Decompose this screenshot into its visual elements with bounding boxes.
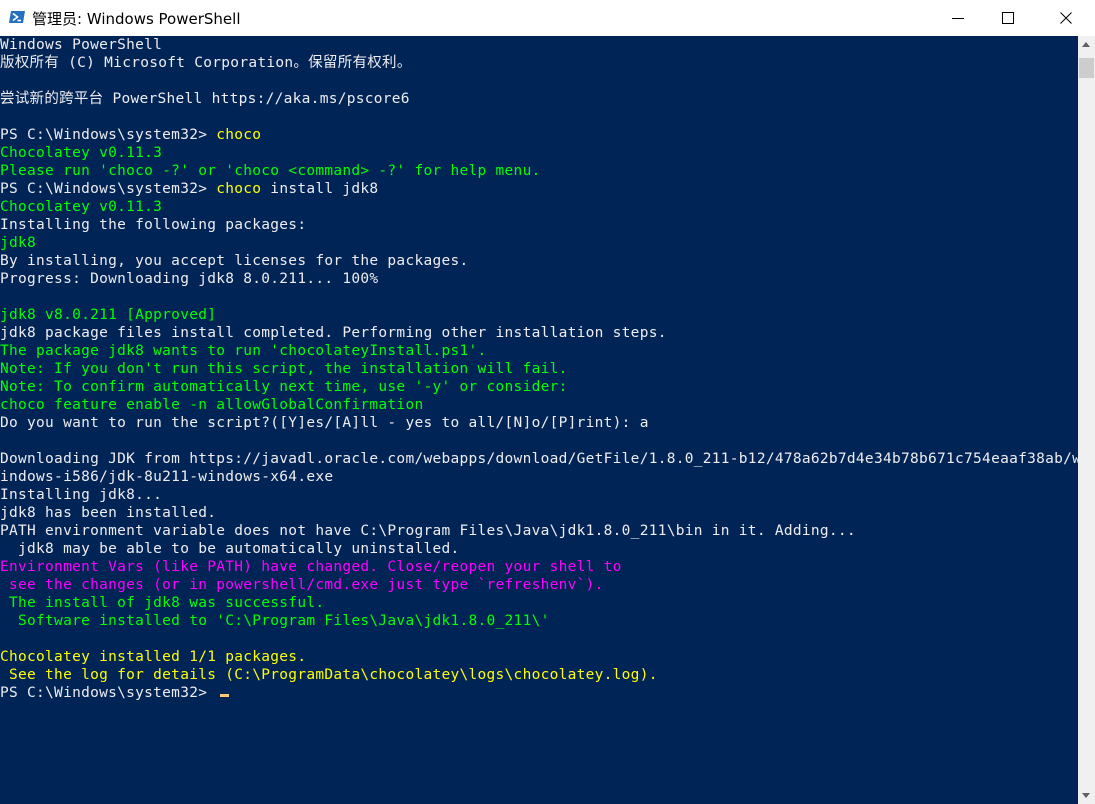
console-line: Chocolatey v0.11.3 — [0, 145, 163, 161]
prompt-line: PS C:\Windows\system32> choco install jd… — [0, 180, 1078, 198]
console-line: The install of jdk8 was successful. — [0, 595, 325, 611]
console-line: Environment Vars (like PATH) have change… — [0, 559, 622, 575]
console-line: 尝试新的跨平台 PowerShell https://aka.ms/pscore… — [0, 91, 410, 107]
prompt-text: PS C:\Windows\system32> — [0, 685, 217, 701]
console-line: see the changes (or in powershell/cmd.ex… — [0, 577, 604, 593]
scrollbar-thumb[interactable] — [1079, 58, 1094, 78]
console-line: jdk8 may be able to be automatically uni… — [0, 541, 460, 557]
text-cursor — [220, 694, 230, 697]
prompt-text: PS C:\Windows\system32> — [0, 181, 217, 197]
console-line: choco feature enable -n allowGlobalConfi… — [0, 397, 424, 413]
console-line: PATH environment variable does not have … — [0, 523, 856, 539]
console-line: Downloading JDK from https://javadl.orac… — [0, 451, 1078, 467]
console-line: Please run 'choco -?' or 'choco <command… — [0, 163, 541, 179]
close-icon — [1060, 12, 1072, 24]
scroll-up-arrow-icon[interactable] — [1078, 36, 1095, 53]
console-line: jdk8 has been installed. — [0, 505, 217, 521]
scroll-down-arrow-icon[interactable] — [1078, 787, 1095, 804]
console-line: Software installed to 'C:\Program Files\… — [0, 613, 550, 629]
console-line: Note: To confirm automatically next time… — [0, 379, 568, 395]
minimize-icon — [952, 18, 964, 19]
vertical-scrollbar[interactable] — [1078, 36, 1095, 804]
console-line: See the log for details (C:\ProgramData\… — [0, 667, 658, 683]
console-line: Chocolatey installed 1/1 packages. — [0, 649, 307, 665]
command-args: install jdk8 — [261, 181, 379, 197]
window-title: 管理员: Windows PowerShell — [32, 10, 241, 28]
console-line: indows-i586/jdk-8u211-windows-x64.exe — [0, 469, 334, 485]
powershell-icon — [9, 9, 25, 25]
console-line: Windows PowerShell — [0, 37, 163, 53]
console-line: Installing jdk8... — [0, 487, 163, 503]
console-line: Do you want to run the script?([Y]es/[A]… — [0, 415, 649, 431]
minimize-button[interactable] — [935, 0, 981, 36]
title-bar[interactable]: 管理员: Windows PowerShell — [0, 0, 1095, 36]
maximize-icon — [1002, 12, 1014, 24]
prompt-text: PS C:\Windows\system32> — [0, 127, 217, 143]
maximize-button[interactable] — [985, 0, 1031, 36]
prompt-line: PS C:\Windows\system32> choco — [0, 126, 1078, 144]
console-output[interactable]: Windows PowerShell 版权所有 (C) Microsoft Co… — [0, 36, 1078, 804]
console-line: jdk8 — [0, 235, 37, 251]
console-line: Progress: Downloading jdk8 8.0.211... 10… — [0, 271, 379, 287]
command-text: choco — [216, 181, 262, 197]
console-line: Installing the following packages: — [0, 217, 307, 233]
command-text: choco — [216, 127, 262, 143]
console-line: Note: If you don't run this script, the … — [0, 361, 568, 377]
console-line: jdk8 package files install completed. Pe… — [0, 325, 667, 341]
close-button[interactable] — [1043, 0, 1089, 36]
console-line: Chocolatey v0.11.3 — [0, 199, 163, 215]
console-line: 版权所有 (C) Microsoft Corporation。保留所有权利。 — [0, 55, 412, 71]
prompt-line[interactable]: PS C:\Windows\system32> — [0, 684, 1078, 702]
console-line: By installing, you accept licenses for t… — [0, 253, 469, 269]
console-line: jdk8 v8.0.211 [Approved] — [0, 307, 217, 323]
console-line: The package jdk8 wants to run 'chocolate… — [0, 343, 487, 359]
